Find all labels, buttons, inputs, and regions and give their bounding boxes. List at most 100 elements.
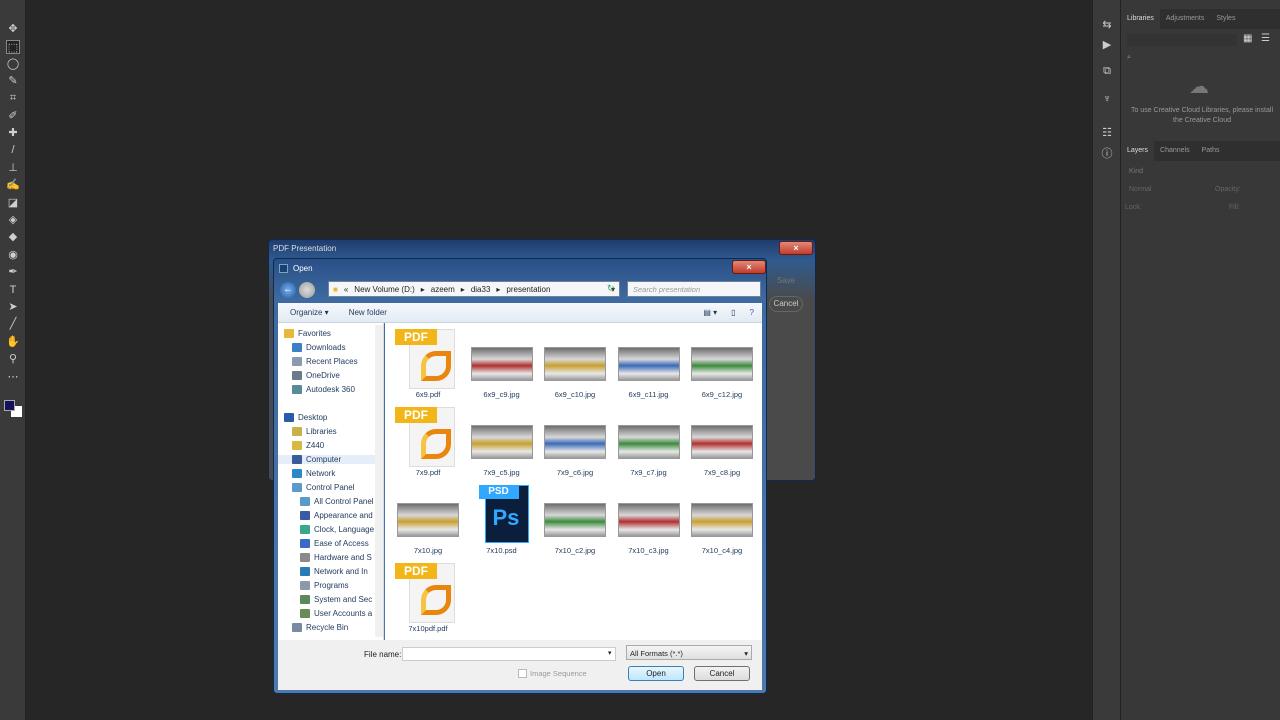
nav-item[interactable]: Appearance and bbox=[300, 511, 376, 520]
close-button[interactable]: × bbox=[779, 241, 813, 255]
tab-layers[interactable]: Layers bbox=[1121, 141, 1155, 161]
library-select[interactable] bbox=[1127, 34, 1237, 46]
nav-item[interactable]: Control Panel bbox=[292, 483, 376, 492]
list-view-icon[interactable]: ☰ bbox=[1261, 33, 1270, 44]
file-item[interactable]: PDF 6x9.pdf bbox=[393, 327, 463, 403]
clone-source-icon[interactable]: ⧉ bbox=[1100, 64, 1114, 78]
back-button[interactable]: ← bbox=[280, 282, 296, 298]
tab-channels[interactable]: Channels bbox=[1154, 141, 1196, 161]
brushes-icon[interactable]: ♆ bbox=[1100, 92, 1114, 106]
nav-item[interactable]: Hardware and S bbox=[300, 553, 376, 562]
stamp-tool-icon[interactable]: ⊥ bbox=[6, 161, 20, 175]
file-name-input[interactable] bbox=[402, 647, 616, 661]
breadcrumb-item[interactable]: azeem bbox=[431, 285, 455, 294]
preview-pane-icon[interactable]: ▯ bbox=[731, 308, 735, 317]
file-item[interactable]: 6x9_c12.jpg bbox=[687, 327, 757, 403]
lasso-tool-icon[interactable]: ◯ bbox=[6, 57, 20, 71]
breadcrumb-item[interactable]: New Volume (D:) bbox=[354, 285, 414, 294]
image-sequence-checkbox[interactable] bbox=[518, 669, 527, 678]
tab-styles[interactable]: Styles bbox=[1210, 9, 1241, 29]
file-item[interactable]: 7x10_c4.jpg bbox=[687, 483, 757, 559]
breadcrumb-item[interactable]: dia33 bbox=[471, 285, 491, 294]
nav-item[interactable]: Clock, Language bbox=[300, 525, 376, 534]
help-icon[interactable]: ? bbox=[750, 308, 754, 317]
actions-play-icon[interactable]: ▶ bbox=[1100, 38, 1114, 52]
blur-tool-icon[interactable]: ◆ bbox=[6, 230, 20, 244]
dodge-tool-icon[interactable]: ◉ bbox=[6, 248, 20, 262]
nav-item[interactable]: Programs bbox=[300, 581, 376, 590]
cancel-button[interactable]: Cancel bbox=[694, 666, 750, 681]
file-item[interactable]: 7x10.jpg bbox=[393, 483, 463, 559]
nav-item[interactable]: Desktop bbox=[284, 413, 376, 422]
nav-item[interactable]: Computer bbox=[278, 455, 376, 464]
cancel-button[interactable]: Cancel bbox=[769, 296, 803, 312]
nav-item[interactable]: Downloads bbox=[292, 343, 376, 352]
file-item[interactable]: PDF 7x10pdf.pdf bbox=[393, 561, 463, 637]
zoom-tool-icon[interactable]: ⚲ bbox=[6, 352, 20, 366]
file-item[interactable]: 6x9_c10.jpg bbox=[540, 327, 610, 403]
address-bar[interactable]: ■ « New Volume (D:) ▸ azeem ▸ dia33 ▸ presen… bbox=[328, 281, 620, 297]
format-select[interactable]: All Formats (*.*) ▾ bbox=[626, 645, 752, 660]
file-item[interactable]: 7x9_c5.jpg bbox=[467, 405, 537, 481]
hand-tool-icon[interactable]: ✋ bbox=[6, 335, 20, 349]
breadcrumb-item[interactable]: presentation bbox=[506, 285, 550, 294]
history-icon[interactable]: ⇆ bbox=[1100, 18, 1114, 32]
type-tool-icon[interactable]: T bbox=[6, 283, 20, 297]
properties-icon[interactable]: ☷ bbox=[1100, 126, 1114, 140]
foreground-color-swatch[interactable] bbox=[4, 400, 15, 411]
file-item[interactable]: 6x9_c11.jpg bbox=[614, 327, 684, 403]
brush-tool-icon[interactable]: / bbox=[6, 143, 20, 157]
search-input[interactable]: Search presentation bbox=[627, 281, 761, 297]
nav-item[interactable]: User Accounts a bbox=[300, 609, 376, 618]
file-item[interactable]: 7x9_c6.jpg bbox=[540, 405, 610, 481]
nav-item[interactable]: Recycle Bin bbox=[292, 623, 376, 632]
nav-item[interactable]: Network bbox=[292, 469, 376, 478]
organize-button[interactable]: Organize ▾ bbox=[290, 308, 329, 317]
new-folder-button[interactable]: New folder bbox=[349, 308, 387, 317]
layers-kind-filter[interactable]: Kind bbox=[1129, 168, 1143, 175]
file-item[interactable]: PDF 7x9.pdf bbox=[393, 405, 463, 481]
file-item[interactable]: 7x9_c7.jpg bbox=[614, 405, 684, 481]
line-tool-icon[interactable]: ╱ bbox=[6, 317, 20, 331]
quick-select-tool-icon[interactable]: ✎ bbox=[6, 74, 20, 88]
tab-libraries[interactable]: Libraries bbox=[1121, 9, 1160, 29]
nav-item[interactable]: OneDrive bbox=[292, 371, 376, 380]
file-item[interactable]: PSD Ps 7x10.psd bbox=[467, 483, 537, 559]
healing-tool-icon[interactable]: ✚ bbox=[6, 126, 20, 140]
nav-item[interactable]: Libraries bbox=[292, 427, 376, 436]
nav-item[interactable]: Ease of Access bbox=[300, 539, 376, 548]
chevron-down-icon[interactable]: ▾ bbox=[608, 649, 612, 657]
marquee-tool-icon[interactable]: ⬚ bbox=[6, 40, 20, 54]
nav-item[interactable]: Z440 bbox=[292, 441, 376, 450]
nav-item[interactable]: All Control Panel bbox=[300, 497, 376, 506]
bucket-tool-icon[interactable]: ◈ bbox=[6, 213, 20, 227]
blend-mode-select[interactable]: Normal bbox=[1129, 186, 1152, 193]
crop-tool-icon[interactable]: ⌗ bbox=[6, 91, 20, 105]
views-icon[interactable]: ▤ ▾ bbox=[703, 308, 717, 317]
pen-tool-icon[interactable]: ✒ bbox=[6, 265, 20, 279]
file-item[interactable]: 7x10_c2.jpg bbox=[540, 483, 610, 559]
forward-button[interactable] bbox=[299, 282, 315, 298]
nav-item[interactable]: Favorites bbox=[284, 329, 376, 338]
tab-paths[interactable]: Paths bbox=[1196, 141, 1226, 161]
save-button[interactable]: Save bbox=[777, 276, 795, 285]
info-icon[interactable]: ⓘ bbox=[1100, 147, 1114, 161]
file-item[interactable]: 6x9_c9.jpg bbox=[467, 327, 537, 403]
file-item[interactable]: 7x10_c3.jpg bbox=[614, 483, 684, 559]
nav-item[interactable]: Autodesk 360 bbox=[292, 385, 376, 394]
eyedropper-tool-icon[interactable]: ✐ bbox=[6, 109, 20, 123]
nav-item[interactable]: Recent Places bbox=[292, 357, 376, 366]
more-tool-icon[interactable]: ⋯ bbox=[6, 370, 20, 384]
eraser-tool-icon[interactable]: ◪ bbox=[6, 196, 20, 210]
history-brush-tool-icon[interactable]: ✍ bbox=[6, 178, 20, 192]
grid-view-icon[interactable]: ▦ bbox=[1243, 33, 1252, 44]
close-button[interactable]: × bbox=[732, 260, 766, 274]
nav-item[interactable]: System and Sec bbox=[300, 595, 376, 604]
move-tool-icon[interactable]: ✥ bbox=[6, 22, 20, 36]
file-item[interactable]: 7x9_c8.jpg bbox=[687, 405, 757, 481]
path-select-tool-icon[interactable]: ➤ bbox=[6, 300, 20, 314]
nav-item[interactable]: Network and In bbox=[300, 567, 376, 576]
refresh-icon[interactable]: ↻ bbox=[607, 283, 621, 297]
open-button[interactable]: Open bbox=[628, 666, 684, 681]
tab-adjustments[interactable]: Adjustments bbox=[1160, 9, 1211, 29]
